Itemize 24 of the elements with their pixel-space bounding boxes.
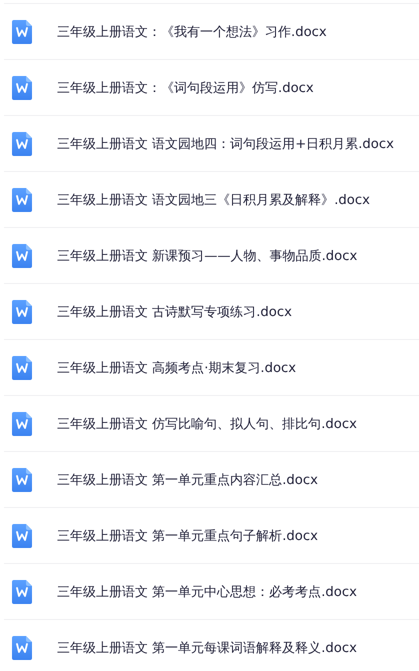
word-document-icon <box>12 76 32 100</box>
file-name[interactable]: 三年级上册语文：《词句段运用》仿写.docx <box>57 78 314 96</box>
word-document-icon <box>12 132 32 156</box>
file-name[interactable]: 三年级上册语文 第一单元中心思想：必考考点.docx <box>57 582 357 600</box>
file-name[interactable]: 三年级上册语文 第一单元重点句子解析.docx <box>57 526 318 544</box>
file-name[interactable]: 三年级上册语文 语文园地三《日积月累及解释》.docx <box>57 190 370 208</box>
file-name[interactable]: 三年级上册语文 新课预习——人物、事物品质.docx <box>57 246 358 264</box>
file-name[interactable]: 三年级上册语文：《我有一个想法》习作.docx <box>57 22 327 40</box>
word-document-icon <box>12 636 32 660</box>
word-document-icon <box>12 524 32 548</box>
file-name[interactable]: 三年级上册语文 高频考点·期末复习.docx <box>57 358 296 376</box>
word-document-icon <box>12 468 32 492</box>
file-name[interactable]: 三年级上册语文 古诗默写专项练习.docx <box>57 302 292 320</box>
word-document-icon <box>12 300 32 324</box>
word-document-icon <box>12 356 32 380</box>
word-document-icon <box>12 20 32 44</box>
file-name[interactable]: 三年级上册语文 第一单元重点内容汇总.docx <box>57 470 318 488</box>
word-document-icon <box>12 244 32 268</box>
word-document-icon <box>12 412 32 436</box>
word-document-icon <box>12 188 32 212</box>
file-name[interactable]: 三年级上册语文 第一单元每课词语解释及释义.docx <box>57 638 357 656</box>
file-name[interactable]: 三年级上册语文 仿写比喻句、拟人句、排比句.docx <box>57 414 357 432</box>
file-name[interactable]: 三年级上册语文 语文园地四：词句段运用+日积月累.docx <box>57 134 394 152</box>
word-document-icon <box>12 580 32 604</box>
